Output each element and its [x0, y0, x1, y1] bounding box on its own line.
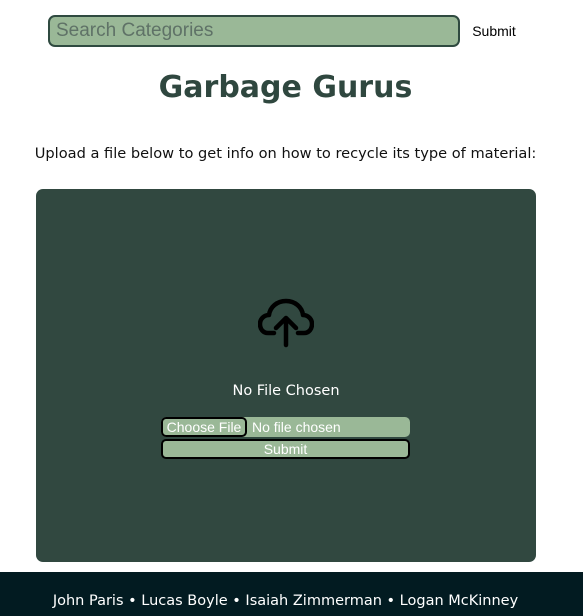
search-submit-button[interactable]: Submit — [468, 21, 520, 41]
page-title: Garbage Gurus — [158, 70, 413, 105]
file-input[interactable]: Choose File No file chosen — [161, 417, 410, 437]
footer-credits: John Paris • Lucas Boyle • Isaiah Zimmer… — [52, 593, 519, 609]
search-bar: Submit — [48, 15, 548, 47]
footer: John Paris • Lucas Boyle • Isaiah Zimmer… — [0, 572, 583, 616]
upload-instructions: Upload a file below to get info on how t… — [34, 145, 537, 162]
upload-submit-button[interactable]: Submit — [161, 439, 410, 459]
choose-file-button[interactable]: Choose File — [161, 417, 247, 437]
file-status-text: No File Chosen — [232, 383, 340, 399]
search-input[interactable] — [48, 15, 460, 47]
upload-panel: No File Chosen Choose File No file chose… — [36, 189, 536, 562]
file-name-text: No file chosen — [252, 419, 341, 435]
cloud-upload-icon — [258, 298, 314, 348]
